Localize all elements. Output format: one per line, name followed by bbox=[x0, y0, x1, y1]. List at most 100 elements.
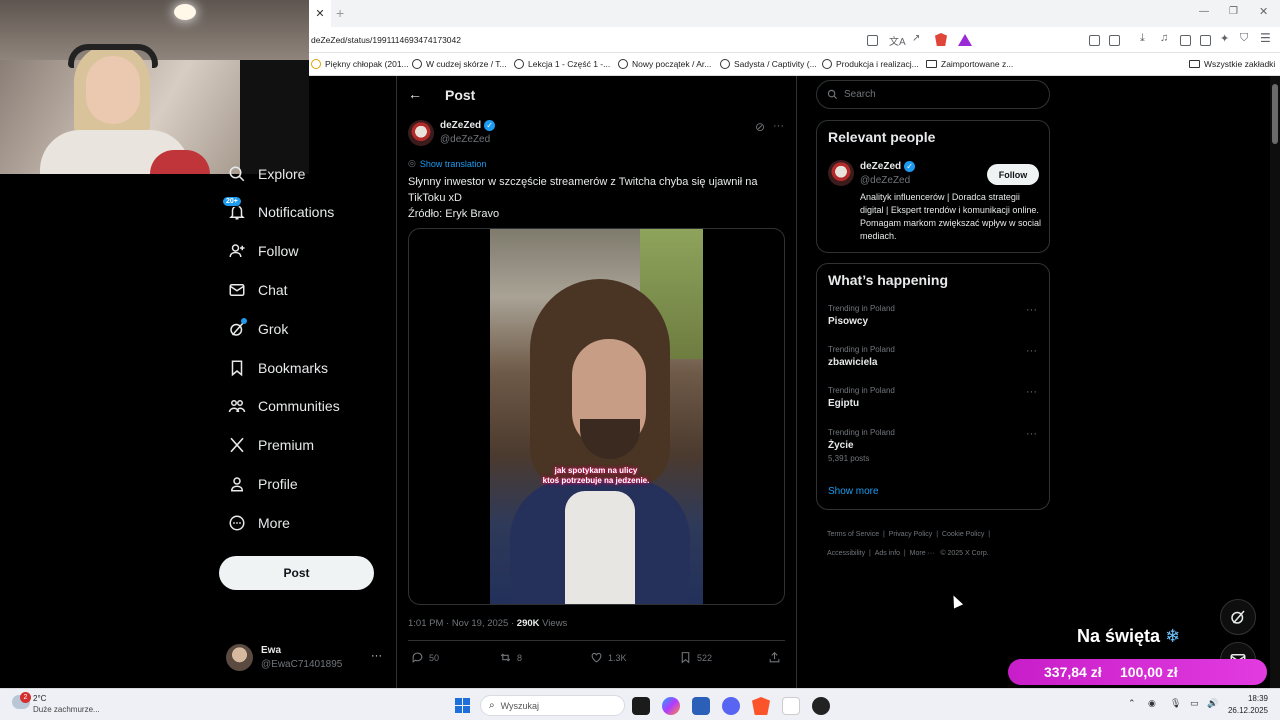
author-handle[interactable]: @deZeZed bbox=[440, 134, 490, 145]
vpn-icon[interactable]: ⛉ bbox=[1240, 32, 1248, 45]
extensions-icon[interactable] bbox=[1089, 35, 1100, 46]
post-more-icon[interactable]: ··· bbox=[773, 120, 784, 132]
footer-link[interactable]: Cookie Policy bbox=[942, 531, 984, 538]
footer-link[interactable]: Privacy Policy bbox=[889, 531, 933, 538]
weather-desc[interactable]: Duże zachmurze... bbox=[33, 705, 100, 714]
app-icon[interactable] bbox=[782, 697, 800, 715]
nav-more[interactable]: More bbox=[228, 514, 290, 532]
nav-grok[interactable]: Grok bbox=[228, 318, 288, 338]
bookmark-item[interactable]: Sadysta / Captivity (... bbox=[720, 59, 817, 69]
clock-date[interactable]: 26.12.2025 bbox=[1224, 706, 1268, 715]
account-more-icon[interactable]: ··· bbox=[371, 650, 382, 662]
page-scrollbar[interactable] bbox=[1270, 76, 1280, 688]
grok-explain-icon[interactable]: ⊘ bbox=[755, 120, 765, 134]
trend-item[interactable]: Trending in Poland Pisowcy ··· bbox=[828, 304, 1040, 334]
like-button[interactable]: 1.3K bbox=[590, 651, 627, 664]
window-close-icon[interactable]: ✕ bbox=[1259, 5, 1268, 18]
share-icon[interactable]: ↗ bbox=[912, 33, 920, 44]
trend-more-icon[interactable]: ··· bbox=[1026, 428, 1037, 440]
nav-explore[interactable]: Explore bbox=[228, 165, 305, 183]
tab-close-icon[interactable]: ✕ bbox=[309, 0, 331, 27]
bookmark-folder[interactable]: Zaimportowane z... bbox=[926, 59, 1013, 69]
bookmark-item[interactable]: Piękny chłopak (201... bbox=[311, 59, 409, 69]
translate-icon[interactable]: 文A bbox=[889, 33, 906, 48]
cast-icon[interactable] bbox=[867, 35, 878, 46]
maximize-icon[interactable]: ❐ bbox=[1229, 6, 1238, 17]
media-icon[interactable]: ♫ bbox=[1160, 32, 1168, 44]
new-tab-icon[interactable]: + bbox=[336, 5, 344, 21]
nav-notifications[interactable]: 20+ Notifications bbox=[222, 196, 334, 221]
tray-app-icon[interactable]: ◉ bbox=[1148, 698, 1156, 709]
author-avatar[interactable] bbox=[408, 120, 434, 146]
bookmark-item[interactable]: Lekcja 1 - Część 1 -... bbox=[514, 59, 610, 69]
bookmark-icon bbox=[681, 652, 690, 664]
microphone-icon[interactable]: 🎙 bbox=[1170, 698, 1181, 709]
clock-time[interactable]: 18:39 bbox=[1238, 694, 1268, 703]
trend-more-icon[interactable]: ··· bbox=[1026, 386, 1037, 398]
start-button[interactable] bbox=[455, 698, 470, 713]
discord-icon[interactable] bbox=[722, 697, 740, 715]
leo-ai-icon[interactable]: ✦ bbox=[1220, 32, 1229, 45]
grok-floating-button[interactable] bbox=[1220, 599, 1256, 635]
trend-item[interactable]: Trending in Poland zbawiciela ··· bbox=[828, 345, 1040, 375]
nav-premium[interactable]: Premium bbox=[228, 436, 314, 454]
bookmark-item[interactable]: Produkcja i realizacj... bbox=[822, 59, 919, 69]
account-switcher[interactable]: Ewa @EwaC71401895 ··· bbox=[226, 644, 386, 678]
obs-icon[interactable] bbox=[812, 697, 830, 715]
back-arrow-icon[interactable]: ← bbox=[408, 86, 422, 102]
url-text[interactable]: deZeZed/status/1991114693474173042 bbox=[311, 35, 461, 45]
footer-link[interactable]: Accessibility bbox=[827, 550, 865, 557]
nav-follow[interactable]: Follow bbox=[228, 242, 298, 260]
footer-link[interactable]: Ads info bbox=[875, 550, 900, 557]
bookmark-item[interactable]: W cudzej skórze / T... bbox=[412, 59, 507, 69]
repost-button[interactable]: 8 bbox=[499, 651, 522, 664]
weather-temp[interactable]: 2°C bbox=[33, 694, 46, 703]
footer-link[interactable]: More ··· bbox=[910, 550, 935, 557]
brave-rewards-icon[interactable] bbox=[958, 34, 972, 46]
video-frame[interactable] bbox=[490, 229, 703, 604]
search-icon bbox=[827, 89, 838, 100]
reply-button[interactable]: 50 bbox=[411, 651, 439, 664]
search-input[interactable] bbox=[844, 89, 1034, 100]
wallet-icon[interactable] bbox=[1200, 35, 1211, 46]
tray-chevron-icon[interactable]: ⌃ bbox=[1128, 698, 1136, 709]
scrollbar-thumb[interactable] bbox=[1272, 84, 1278, 144]
author-name[interactable]: deZeZed ✓ bbox=[440, 120, 496, 131]
trend-item[interactable]: Trending in Poland Egiptu ··· bbox=[828, 386, 1040, 416]
bookmark-item[interactable]: Nowy początek / Ar... bbox=[618, 59, 711, 69]
trend-more-icon[interactable]: ··· bbox=[1026, 345, 1037, 357]
divider bbox=[408, 640, 785, 641]
follow-button[interactable]: Follow bbox=[987, 164, 1039, 185]
all-bookmarks[interactable]: Wszystkie zakładki bbox=[1189, 59, 1275, 69]
relevant-person-handle[interactable]: @deZeZed bbox=[860, 175, 910, 186]
brave-icon[interactable] bbox=[752, 697, 770, 715]
relevant-person-name[interactable]: deZeZed ✓ bbox=[860, 161, 916, 172]
show-translation-link[interactable]: ◎ Show translation bbox=[408, 158, 486, 169]
tab-search-icon[interactable] bbox=[1109, 35, 1120, 46]
nav-bookmarks[interactable]: Bookmarks bbox=[228, 359, 328, 377]
footer-link[interactable]: Terms of Service bbox=[827, 531, 879, 538]
post-button[interactable]: Post bbox=[219, 556, 374, 590]
minimize-icon[interactable]: — bbox=[1199, 6, 1209, 17]
nav-communities[interactable]: Communities bbox=[228, 397, 340, 415]
network-icon[interactable]: ▭ bbox=[1190, 698, 1199, 709]
app-icon[interactable] bbox=[692, 697, 710, 715]
nav-chat[interactable]: Chat bbox=[228, 281, 288, 299]
relevant-person-avatar[interactable] bbox=[828, 160, 854, 186]
share-button[interactable] bbox=[768, 651, 781, 664]
post-video[interactable] bbox=[408, 228, 785, 605]
taskbar-search[interactable]: ⌕ Wyszukaj bbox=[480, 695, 625, 716]
menu-icon[interactable]: ☰ bbox=[1260, 31, 1271, 45]
brave-shield-icon[interactable] bbox=[935, 33, 947, 46]
trend-item[interactable]: Trending in Poland Życie 5,391 posts ··· bbox=[828, 428, 1040, 468]
bookmark-button[interactable]: 522 bbox=[679, 651, 712, 664]
copilot-icon[interactable] bbox=[662, 697, 680, 715]
download-icon[interactable]: ⤓ bbox=[1140, 32, 1145, 45]
nav-profile[interactable]: Profile bbox=[228, 475, 298, 493]
show-more-link[interactable]: Show more bbox=[828, 486, 879, 497]
volume-icon[interactable]: 🔊 bbox=[1207, 698, 1218, 709]
task-view-icon[interactable] bbox=[632, 697, 650, 715]
trend-more-icon[interactable]: ··· bbox=[1026, 304, 1037, 316]
sidebar-toggle-icon[interactable] bbox=[1180, 35, 1191, 46]
search-box[interactable] bbox=[816, 80, 1050, 109]
